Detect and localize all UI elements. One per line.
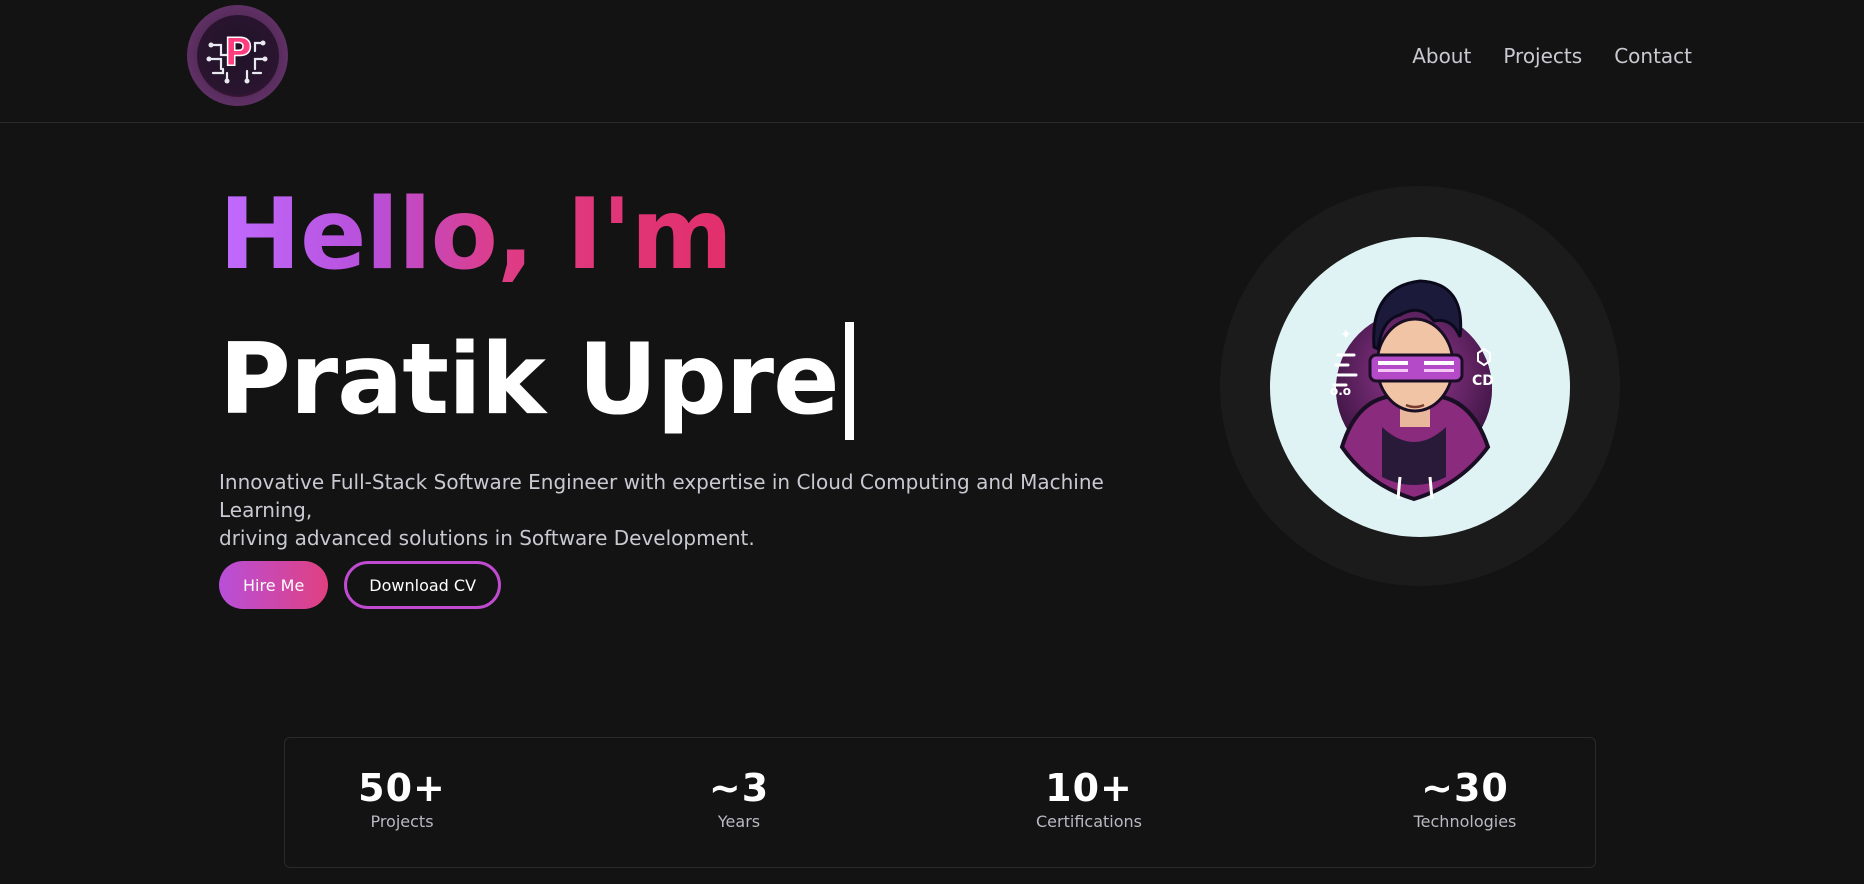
hero-tagline-line2: driving advanced solutions in Software D… <box>219 526 755 550</box>
hire-me-button[interactable]: Hire Me <box>219 561 329 609</box>
logo-circuit-icon: P <box>196 14 279 97</box>
nav-link-contact[interactable]: Contact <box>1614 44 1692 68</box>
hero-greeting: Hello, I'm <box>219 178 733 292</box>
avatar-badge-text: CD <box>1472 373 1494 389</box>
stat-projects: 50+ Projects <box>302 766 502 831</box>
stat-certifications: 10+ Certifications <box>989 766 1189 831</box>
hero-name: Pratik Upre <box>219 323 840 438</box>
logo-letter: P <box>224 30 252 74</box>
stat-technologies: ~30 Technologies <box>1365 766 1565 831</box>
portfolio-page: P About Projects Contact Hello, I'm Prat… <box>0 0 1864 884</box>
nav-link-about[interactable]: About <box>1412 44 1471 68</box>
hero-tagline: Innovative Full-Stack Software Engineer … <box>219 468 1199 552</box>
hero-tagline-line1: Innovative Full-Stack Software Engineer … <box>219 470 1104 522</box>
stat-label: Projects <box>370 811 434 831</box>
download-cv-button[interactable]: Download CV <box>344 561 502 609</box>
stat-label: Technologies <box>1413 811 1517 831</box>
hero-actions: Hire Me Download CV <box>219 561 502 609</box>
avatar-code-glyph: o.o <box>1330 384 1351 398</box>
site-header: P About Projects Contact <box>0 0 1864 123</box>
stat-value: 50+ <box>358 766 446 810</box>
stat-label: Years <box>717 811 761 831</box>
stat-value: 10+ <box>1045 766 1133 810</box>
nav-link-projects[interactable]: Projects <box>1503 44 1582 68</box>
stat-years: ~3 Years <box>639 766 839 831</box>
stat-label: Certifications <box>1036 811 1142 831</box>
avatar-illustration: o.o CD ✦ <box>1330 279 1494 502</box>
typing-cursor <box>844 322 854 440</box>
hero-name-line: Pratik Upre <box>219 322 854 440</box>
stats-panel: 50+ Projects ~3 Years 10+ Certifications… <box>284 737 1596 868</box>
main-nav: About Projects Contact <box>1412 0 1692 112</box>
stat-value: ~3 <box>708 766 770 810</box>
logo[interactable]: P <box>187 5 288 106</box>
stat-value: ~30 <box>1421 766 1509 810</box>
sparkle-icon: ✦ <box>1340 327 1352 343</box>
avatar: o.o CD ✦ <box>1270 237 1570 537</box>
